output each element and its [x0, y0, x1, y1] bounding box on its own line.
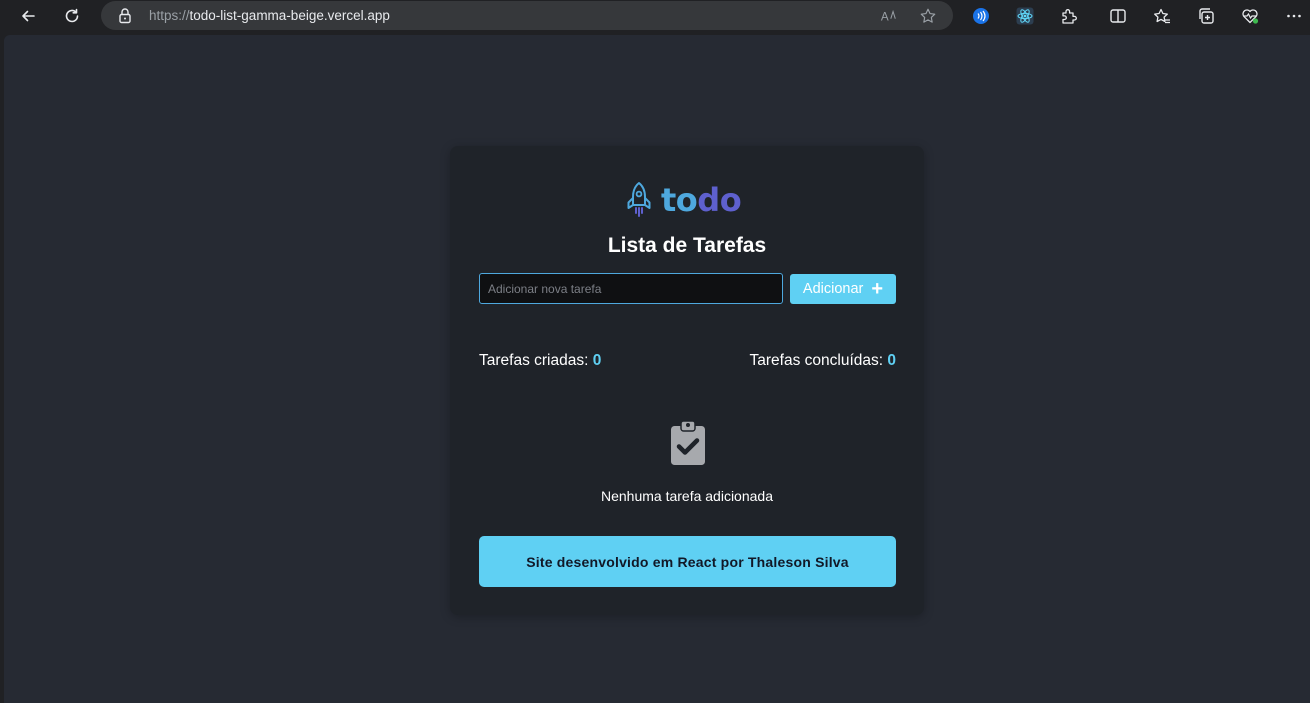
empty-state-message: Nenhuma tarefa adicionada — [600, 488, 773, 504]
browser-essentials-icon[interactable] — [1237, 3, 1263, 29]
favorites-icon[interactable] — [1149, 3, 1175, 29]
add-button-label: Adicionar — [802, 281, 864, 297]
refresh-icon[interactable] — [59, 3, 85, 29]
extensions-puzzle-icon[interactable] — [1056, 3, 1082, 29]
read-aloud-icon[interactable]: A — [879, 6, 899, 26]
react-devtools-icon[interactable] — [1012, 3, 1038, 29]
address-bar[interactable]: https://todo-list-gamma-beige.vercel.app… — [101, 1, 953, 30]
collections-icon[interactable] — [1193, 3, 1219, 29]
completed-tasks-counter: Tarefas concluídas: 0 — [750, 352, 896, 370]
lock-icon[interactable] — [117, 7, 133, 24]
created-count: 0 — [592, 352, 602, 369]
plus-icon: + — [871, 278, 884, 300]
created-tasks-counter: Tarefas criadas: 0 — [479, 352, 601, 370]
clipboard-check-icon — [671, 420, 705, 465]
split-screen-icon[interactable] — [1105, 3, 1131, 29]
rocket-icon — [627, 182, 651, 217]
browser-toolbar: https://todo-list-gamma-beige.vercel.app… — [0, 0, 1310, 31]
svg-text:A: A — [881, 11, 889, 24]
new-task-input[interactable] — [479, 273, 783, 304]
back-icon[interactable] — [15, 3, 41, 29]
footer-credit-button[interactable]: Site desenvolvido em React por Thaleson … — [479, 536, 896, 587]
url-text[interactable]: https://todo-list-gamma-beige.vercel.app — [149, 8, 390, 23]
logo-text: todo — [661, 181, 742, 219]
app-logo: todo — [626, 180, 742, 220]
created-label: Tarefas criadas: — [479, 352, 589, 369]
add-task-button[interactable]: Adicionar + — [790, 274, 896, 304]
extension-blue-icon[interactable] — [968, 3, 994, 29]
page-title: Lista de Tarefas — [607, 234, 767, 257]
completed-count: 0 — [887, 352, 896, 369]
completed-label: Tarefas concluídas: — [749, 352, 884, 369]
favorite-star-icon[interactable] — [918, 6, 938, 26]
todo-card: todo Lista de Tarefas Adicionar + Tarefa… — [450, 146, 924, 615]
more-icon[interactable] — [1281, 3, 1307, 29]
